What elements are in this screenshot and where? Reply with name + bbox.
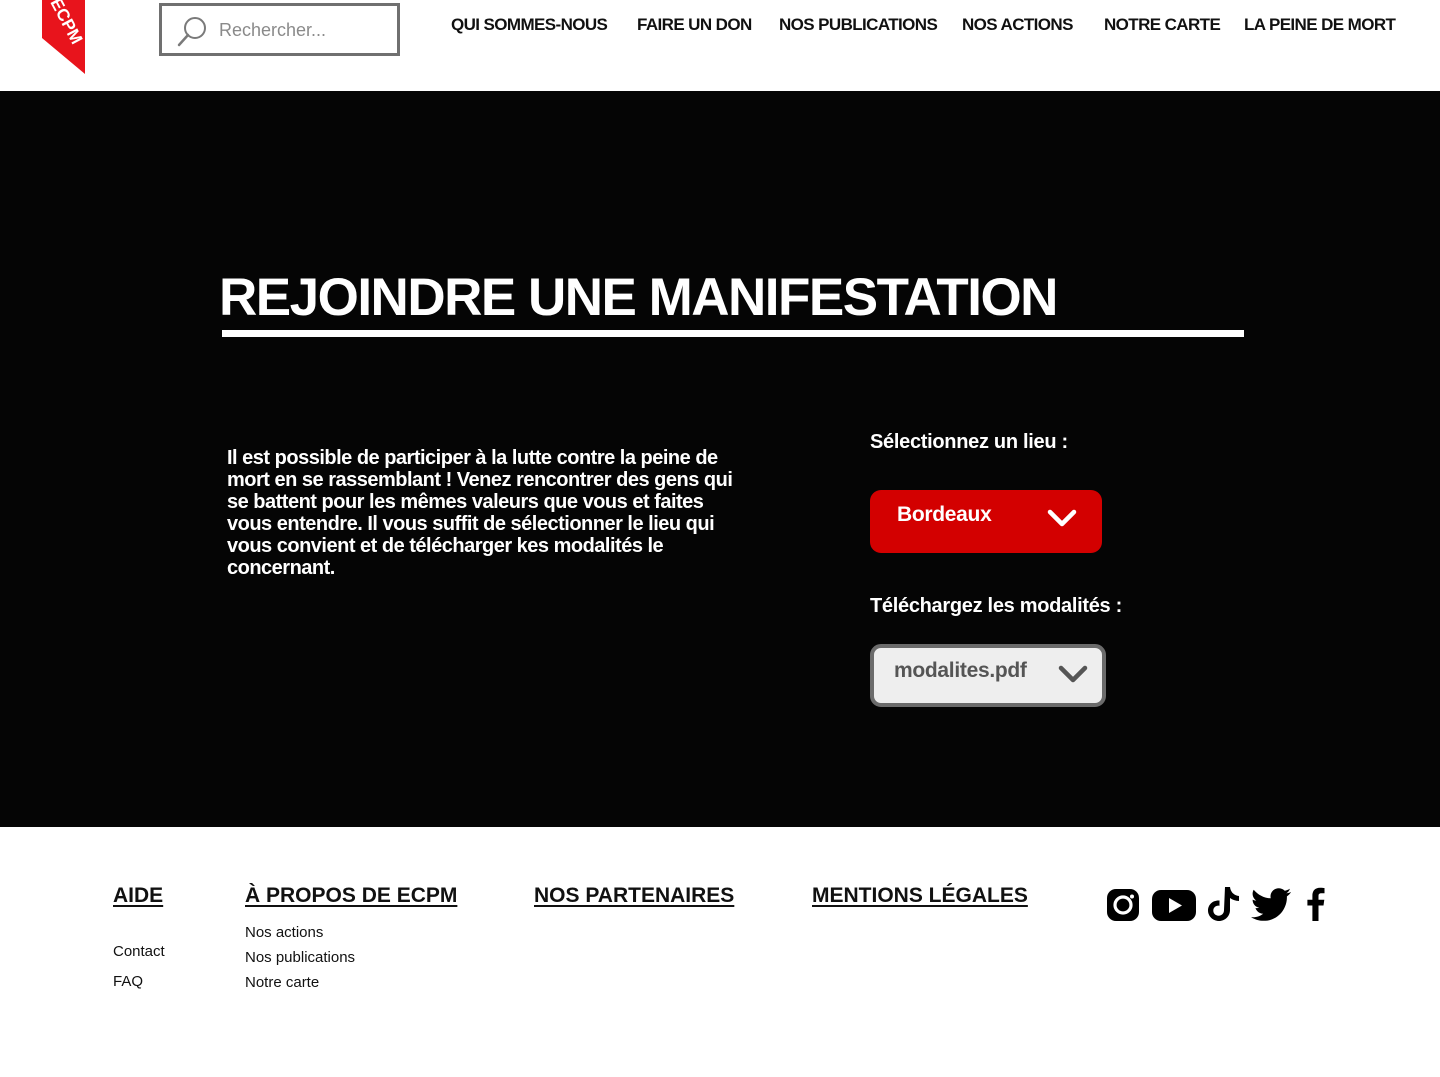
nav-item-nos-publications[interactable]: NOS PUBLICATIONS (779, 15, 938, 35)
nav-item-nos-actions[interactable]: NOS ACTIONS (962, 15, 1073, 35)
footer-heading-mentions[interactable]: MENTIONS LÉGALES (812, 884, 1028, 908)
chevron-down-icon (1058, 665, 1088, 683)
chevron-down-icon (1047, 509, 1077, 527)
search-icon[interactable] (176, 16, 208, 48)
lieu-label: Sélectionnez un lieu : (870, 431, 1068, 453)
footer-heading-aide[interactable]: AIDE (113, 884, 163, 908)
footer-heading-apropos[interactable]: À PROPOS DE ECPM (245, 884, 457, 908)
ecpm-logo[interactable]: ECPM (42, 0, 86, 74)
intro-text: Il est possible de participer à la lutte… (227, 447, 733, 579)
nav-item-faire-un-don[interactable]: FAIRE UN DON (637, 15, 752, 35)
modalites-select-value: modalites.pdf (894, 659, 1027, 682)
footer-link-nos-actions[interactable]: Nos actions (245, 924, 323, 941)
footer-link-nos-publications[interactable]: Nos publications (245, 949, 355, 966)
title-underline (222, 330, 1244, 337)
instagram-icon[interactable] (1106, 888, 1140, 922)
footer-heading-partenaires[interactable]: NOS PARTENAIRES (534, 884, 734, 908)
facebook-icon[interactable] (1303, 887, 1327, 921)
tiktok-icon[interactable] (1207, 886, 1241, 922)
footer-link-notre-carte[interactable]: Notre carte (245, 974, 319, 991)
site-header: ECPM QUI SOMMES-NOUS FAIRE UN DON NOS PU… (0, 0, 1440, 91)
footer-link-contact[interactable]: Contact (113, 943, 165, 960)
youtube-icon[interactable] (1152, 890, 1196, 921)
hero-section: REJOINDRE UNE MANIFESTATION Il est possi… (0, 91, 1440, 827)
site-footer: AIDE Contact FAQ À PROPOS DE ECPM Nos ac… (0, 827, 1440, 1077)
nav-item-la-peine-de-mort[interactable]: LA PEINE DE MORT (1244, 15, 1396, 35)
page-title: REJOINDRE UNE MANIFESTATION (219, 268, 1058, 327)
footer-link-faq[interactable]: FAQ (113, 973, 143, 990)
lieu-select[interactable]: Bordeaux (870, 490, 1102, 553)
nav-item-qui-sommes-nous[interactable]: QUI SOMMES-NOUS (451, 15, 608, 35)
search-box (159, 3, 400, 56)
modalites-select[interactable]: modalites.pdf (870, 644, 1106, 707)
nav-item-notre-carte[interactable]: NOTRE CARTE (1104, 15, 1221, 35)
lieu-select-value: Bordeaux (897, 503, 992, 526)
search-input[interactable] (219, 18, 389, 42)
modalites-label: Téléchargez les modalités : (870, 595, 1122, 617)
twitter-icon[interactable] (1251, 888, 1291, 921)
